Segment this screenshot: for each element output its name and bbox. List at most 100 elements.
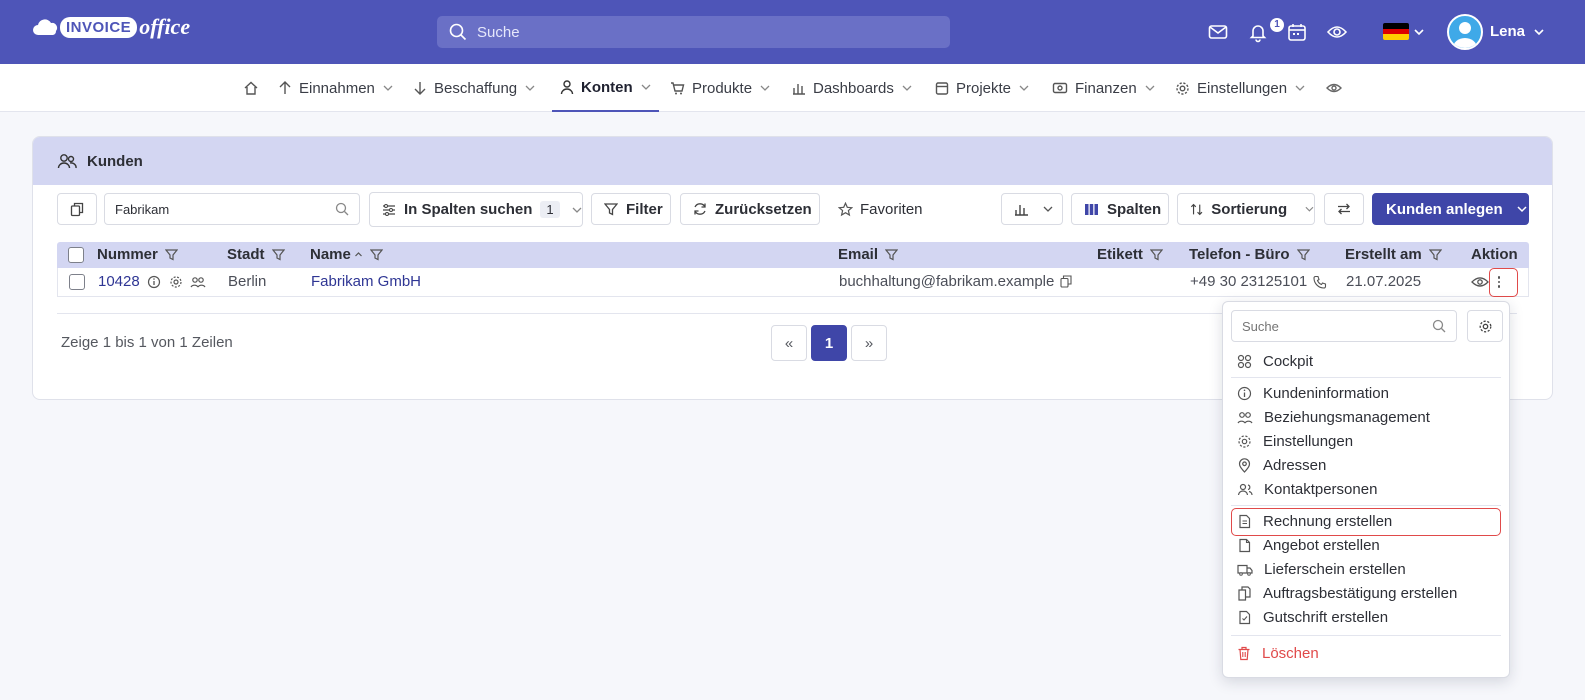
- row-checkbox[interactable]: [69, 274, 85, 290]
- pagination-next[interactable]: »: [851, 325, 887, 361]
- card-header: Kunden: [33, 137, 1552, 185]
- nav-einstellungen[interactable]: Einstellungen: [1175, 64, 1305, 112]
- eye-icon: [1326, 83, 1342, 93]
- users-icon: [1237, 411, 1253, 423]
- bell-icon[interactable]: [1247, 21, 1269, 43]
- nav-konten[interactable]: Konten: [552, 64, 659, 112]
- menu-settings-button[interactable]: [1467, 310, 1503, 342]
- nav-label: Projekte: [956, 79, 1012, 97]
- chevron-down-icon[interactable]: [1414, 28, 1424, 36]
- menu-item-gutschrift-erstellen[interactable]: Gutschrift erstellen: [1231, 606, 1501, 628]
- nav-produkte[interactable]: Produkte: [670, 64, 770, 112]
- search-in-columns-label: In Spalten suchen: [404, 201, 533, 218]
- filter-icon[interactable]: [885, 248, 899, 261]
- language-flag-de[interactable]: [1383, 23, 1409, 40]
- menu-item-angebot-erstellen[interactable]: Angebot erstellen: [1231, 534, 1501, 556]
- calendar-icon[interactable]: [1286, 21, 1308, 43]
- pagination-current[interactable]: 1: [811, 325, 847, 361]
- nav-dashboards[interactable]: Dashboards: [792, 64, 912, 112]
- app-logo[interactable]: INVOICE office: [32, 14, 190, 40]
- swap-arrows-icon: [1338, 203, 1350, 215]
- filter-icon[interactable]: [1428, 248, 1442, 261]
- logo-word-invoice: INVOICE: [60, 16, 138, 38]
- relationship-icon[interactable]: [190, 275, 206, 289]
- gear-icon[interactable]: [169, 275, 183, 289]
- column-header-nummer[interactable]: Nummer: [97, 246, 178, 263]
- reset-button[interactable]: Zurücksetzen: [680, 193, 820, 225]
- menu-search-field[interactable]: [1231, 310, 1457, 342]
- chart-view-button[interactable]: [1001, 193, 1063, 225]
- menu-item-cockpit[interactable]: Cockpit: [1231, 350, 1501, 372]
- chevron-down-icon[interactable]: [1534, 28, 1544, 36]
- filter-icon[interactable]: [271, 248, 285, 261]
- favorites-button[interactable]: Favoriten: [838, 193, 938, 225]
- column-header-email[interactable]: Email: [838, 246, 899, 263]
- nav-projekte[interactable]: Projekte: [935, 64, 1029, 112]
- select-all-checkbox[interactable]: [68, 247, 84, 263]
- eye-icon[interactable]: [1471, 275, 1489, 289]
- filter-icon[interactable]: [164, 248, 178, 261]
- copy-button[interactable]: [57, 193, 97, 225]
- column-header-name[interactable]: Name: [310, 246, 383, 263]
- customer-number[interactable]: 10428: [98, 273, 206, 290]
- menu-item-loeschen[interactable]: Löschen: [1231, 642, 1501, 664]
- avatar[interactable]: [1447, 14, 1483, 50]
- customer-name[interactable]: Fabrikam GmbH: [311, 273, 421, 290]
- nav-eye[interactable]: [1326, 64, 1342, 112]
- pagination-prev[interactable]: «: [771, 325, 807, 361]
- column-header-erstellt[interactable]: Erstellt am: [1345, 246, 1442, 263]
- nav-beschaffung[interactable]: Beschaffung: [413, 64, 535, 112]
- menu-item-kundeninformation[interactable]: Kundeninformation: [1231, 382, 1501, 404]
- gear-icon: [1479, 320, 1491, 332]
- chevron-down-icon: [760, 85, 770, 91]
- search-icon: [335, 202, 349, 216]
- copy-icon[interactable]: [1060, 275, 1072, 288]
- swap-button[interactable]: [1324, 193, 1364, 225]
- filter-icon[interactable]: [1296, 248, 1310, 261]
- customer-filter-input[interactable]: [115, 201, 325, 217]
- filter-icon[interactable]: [369, 248, 383, 261]
- global-search-input[interactable]: [477, 23, 917, 41]
- user-name[interactable]: Lena: [1490, 23, 1525, 40]
- grid-icon: [1237, 354, 1252, 368]
- gear-icon: [1176, 81, 1189, 95]
- menu-item-auftragsbestaetigung-erstellen[interactable]: Auftragsbestätigung erstellen: [1231, 582, 1501, 604]
- nav-label: Beschaffung: [434, 79, 518, 97]
- column-header-stadt[interactable]: Stadt: [227, 246, 285, 263]
- eye-icon[interactable]: [1326, 21, 1348, 43]
- column-header-telefon[interactable]: Telefon - Büro: [1189, 246, 1310, 263]
- filter-icon[interactable]: [1149, 248, 1163, 261]
- nav-einnahmen[interactable]: Einnahmen: [278, 64, 393, 112]
- refresh-icon: [694, 203, 706, 215]
- nav-home[interactable]: [243, 64, 259, 112]
- bar-chart-icon: [793, 84, 805, 95]
- menu-item-adressen[interactable]: Adressen: [1231, 454, 1501, 476]
- columns-button[interactable]: Spalten: [1071, 193, 1169, 225]
- sort-button[interactable]: Sortierung: [1177, 193, 1315, 225]
- nav-label: Einnahmen: [299, 79, 375, 97]
- global-search[interactable]: [437, 16, 950, 48]
- search-in-columns-button[interactable]: In Spalten suchen 1: [369, 192, 583, 227]
- pagination-info: Zeige 1 bis 1 von 1 Zeilen: [61, 334, 233, 351]
- customer-filter-field[interactable]: [104, 193, 360, 225]
- mail-icon[interactable]: [1207, 21, 1229, 43]
- column-header-etikett[interactable]: Etikett: [1097, 246, 1163, 263]
- user-avatar-icon: [1453, 22, 1477, 48]
- create-customer-button[interactable]: Kunden anlegen: [1372, 193, 1529, 225]
- chevron-down-icon: [525, 85, 535, 91]
- row-action-menu: Cockpit Kundeninformation Beziehungsmana…: [1222, 301, 1510, 678]
- menu-item-lieferschein-erstellen[interactable]: Lieferschein erstellen: [1231, 558, 1501, 580]
- nav-finanzen[interactable]: Finanzen: [1052, 64, 1155, 112]
- filter-button[interactable]: Filter: [591, 193, 671, 225]
- info-icon[interactable]: [147, 275, 161, 289]
- menu-divider: [1231, 505, 1501, 506]
- table-row[interactable]: 10428 Berlin Fabrikam GmbH buchhaltung@f…: [57, 268, 1529, 297]
- favorites-label: Favoriten: [860, 200, 923, 218]
- sort-ascending-icon: [354, 252, 362, 257]
- arrow-down-icon: [414, 82, 426, 95]
- menu-item-kontaktpersonen[interactable]: Kontaktpersonen: [1231, 478, 1501, 500]
- phone-icon[interactable]: [1313, 275, 1327, 289]
- menu-item-einstellungen[interactable]: Einstellungen: [1231, 430, 1501, 452]
- menu-item-beziehungsmanagement[interactable]: Beziehungsmanagement: [1231, 406, 1501, 428]
- menu-search-input[interactable]: [1242, 318, 1422, 334]
